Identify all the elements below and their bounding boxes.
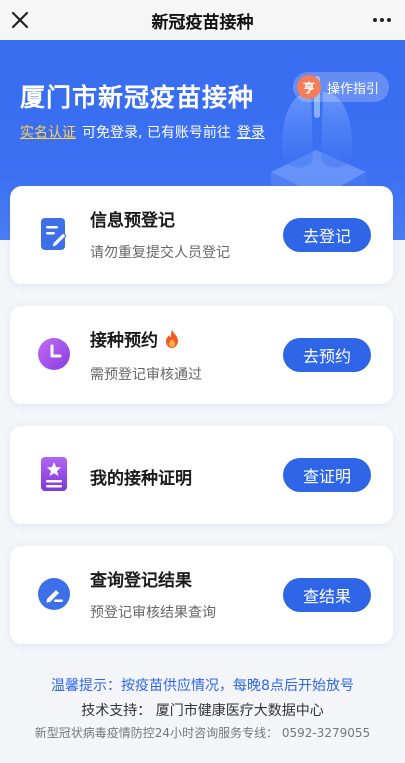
certificate-star-icon xyxy=(36,456,72,492)
card-title: 接种预约 xyxy=(90,326,180,351)
card-desc: 需预登记审核通过 xyxy=(90,367,202,383)
login-link[interactable]: 登录 xyxy=(237,122,265,142)
card-vaccination-appointment[interactable]: 接种预约 需预登记审核通过 去预约 xyxy=(10,306,393,404)
tech-support: 技术支持： 厦门市健康医疗大数据中心 xyxy=(81,703,324,719)
top-bar: 新冠疫苗接种 xyxy=(0,0,405,40)
close-icon[interactable] xyxy=(6,6,34,34)
login-hint-text: 可免登录, 已有账号前往 xyxy=(82,125,231,141)
fire-icon xyxy=(164,329,180,349)
document-edit-icon xyxy=(36,216,72,252)
page-title: 新冠疫苗接种 xyxy=(151,12,254,33)
guide-icon: 亨 xyxy=(296,75,321,99)
card-title: 信息预登记 xyxy=(90,211,175,231)
realname-auth-link[interactable]: 实名认证 xyxy=(20,122,76,142)
card-desc: 预登记审核结果查询 xyxy=(90,605,216,621)
appointment-button[interactable]: 去预约 xyxy=(283,338,371,372)
login-hint: 实名认证 可免登录, 已有账号前往 登录 xyxy=(20,122,265,142)
search-edit-icon xyxy=(36,576,72,612)
hero-title: 厦门市新冠疫苗接种 xyxy=(20,83,255,112)
query-results-button[interactable]: 查结果 xyxy=(283,578,371,612)
operation-guide-button[interactable]: 亨 操作指引 xyxy=(292,72,389,102)
card-query-results[interactable]: 查询登记结果 预登记审核结果查询 查结果 xyxy=(10,546,393,644)
operation-guide-label: 操作指引 xyxy=(326,81,379,97)
register-button[interactable]: 去登记 xyxy=(283,218,371,252)
view-certificate-button[interactable]: 查证明 xyxy=(283,458,371,492)
card-title: 我的接种证明 xyxy=(90,469,192,489)
card-vaccination-certificate[interactable]: 我的接种证明 查证明 xyxy=(10,426,393,524)
more-options-icon[interactable] xyxy=(367,6,397,34)
card-title-text: 接种预约 xyxy=(90,331,158,351)
clock-icon xyxy=(36,336,72,372)
card-pre-registration[interactable]: 信息预登记 请勿重复提交人员登记 去登记 xyxy=(10,186,393,284)
card-title: 查询登记结果 xyxy=(90,571,192,591)
card-desc: 请勿重复提交人员登记 xyxy=(90,245,230,261)
hotline-info: 新型冠状病毒疫情防控24小时咨询服务专线： 0592-3279055 xyxy=(34,726,371,740)
warm-tip: 温馨提示：按疫苗供应情况，每晚8点后开始放号 xyxy=(51,678,354,694)
